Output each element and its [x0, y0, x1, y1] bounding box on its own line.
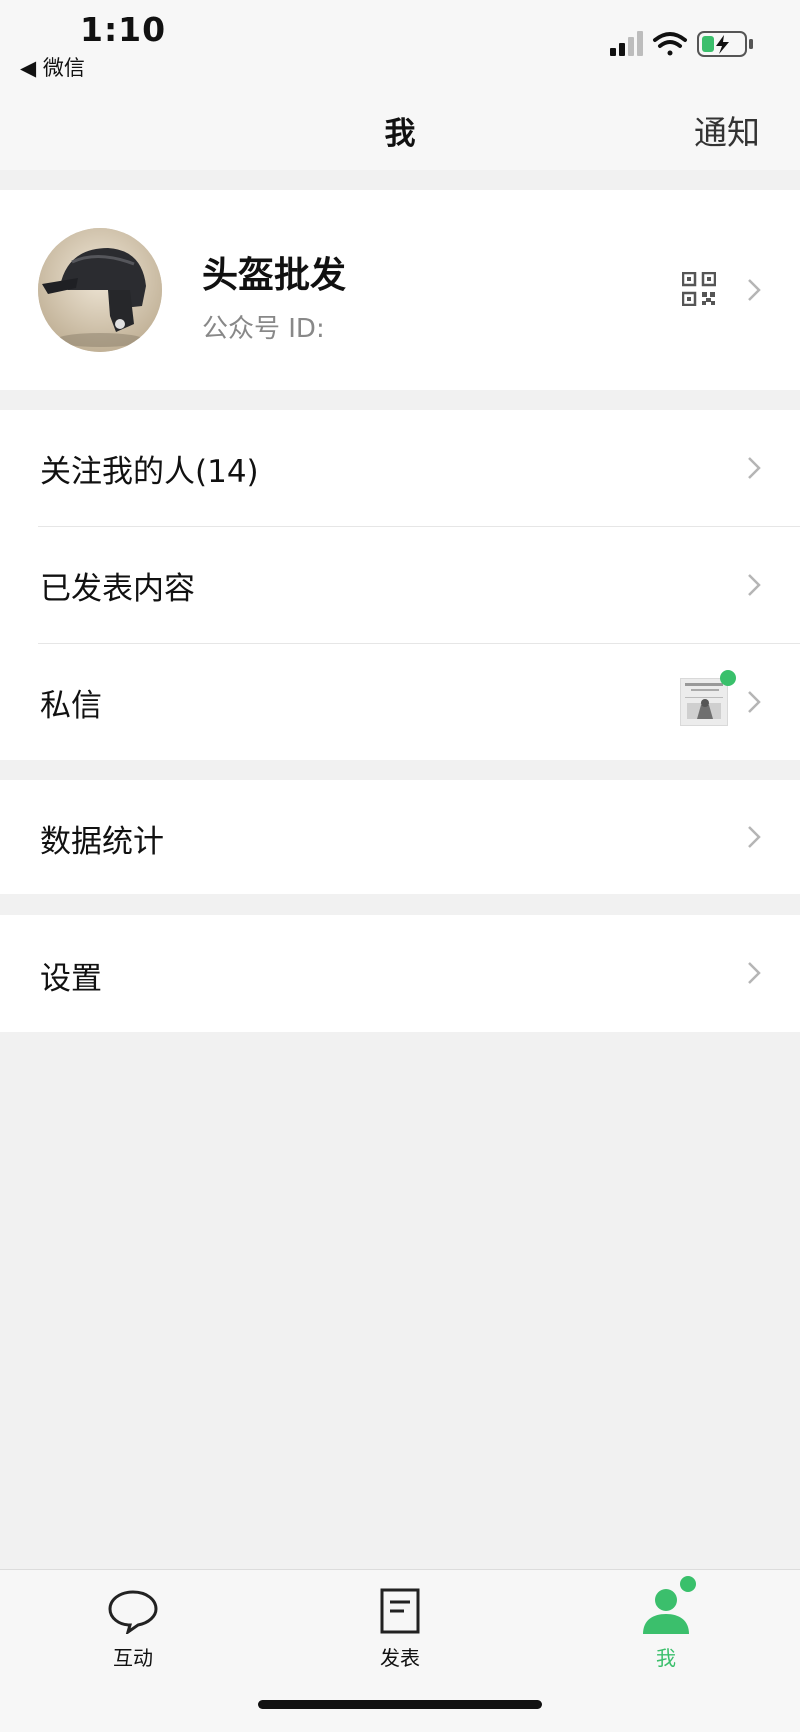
message-thumbnail — [680, 678, 728, 726]
qr-code-icon[interactable] — [682, 272, 716, 306]
chat-bubble-icon — [108, 1590, 158, 1634]
menu-item-label: 已发表内容 — [40, 571, 195, 607]
wifi-icon — [653, 32, 687, 56]
tab-publish[interactable]: 发表 — [320, 1570, 480, 1680]
menu-item-label: 关注我的人(14) — [40, 454, 259, 490]
tab-label: 我 — [656, 1646, 676, 1670]
menu-item-label: 设置 — [40, 961, 102, 997]
menu-item-statistics[interactable]: 数据统计 — [0, 780, 800, 894]
battery-icon — [697, 31, 753, 57]
menu-item-messages[interactable]: 私信 — [0, 644, 800, 760]
avatar — [38, 228, 162, 352]
signal-icon — [610, 31, 643, 56]
tab-interact[interactable]: 互动 — [53, 1570, 213, 1680]
back-to-wechat-link[interactable]: ◀ 微信 — [20, 52, 85, 82]
account-id-label: 公众号 ID: — [202, 314, 325, 344]
chevron-right-icon — [746, 824, 762, 850]
nav-bar: 我 通知 — [0, 88, 800, 170]
status-bar: 1:10 ◀ 微信 — [0, 0, 800, 88]
menu-item-followers[interactable]: 关注我的人(14) — [0, 410, 800, 526]
page-title: 我 — [384, 116, 416, 152]
tab-me[interactable]: 我 — [586, 1570, 746, 1680]
menu-item-label: 私信 — [40, 688, 102, 724]
menu-item-settings[interactable]: 设置 — [0, 915, 800, 1032]
chevron-right-icon — [746, 960, 762, 986]
home-indicator — [258, 1700, 542, 1709]
chevron-right-icon — [746, 689, 762, 715]
menu-item-label: 数据统计 — [40, 824, 164, 860]
document-icon — [380, 1588, 420, 1634]
unread-badge — [720, 670, 736, 686]
status-icons — [610, 31, 753, 57]
helmet-icon — [38, 228, 162, 352]
chevron-right-icon — [746, 277, 762, 303]
person-icon — [643, 1589, 689, 1634]
tab-label: 互动 — [113, 1646, 153, 1670]
account-name: 头盔批发 — [202, 255, 347, 296]
notifications-link[interactable]: 通知 — [694, 106, 760, 154]
chevron-right-icon — [746, 455, 762, 481]
tab-badge-dot — [680, 1576, 696, 1592]
status-time: 1:10 — [80, 10, 167, 49]
profile-card[interactable]: 头盔批发 公众号 ID: — [0, 190, 800, 390]
menu-item-published[interactable]: 已发表内容 — [0, 527, 800, 643]
chevron-right-icon — [746, 572, 762, 598]
tab-label: 发表 — [380, 1646, 420, 1670]
menu-list: 关注我的人(14) 已发表内容 私信 — [0, 410, 800, 760]
